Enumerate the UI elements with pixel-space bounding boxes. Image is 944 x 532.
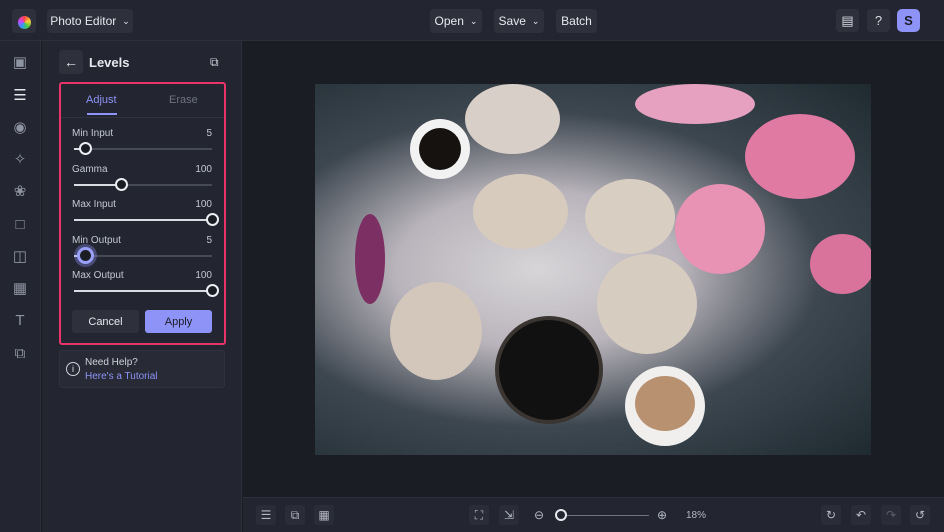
open-label: Open: [434, 14, 464, 28]
cancel-button[interactable]: Cancel: [72, 310, 139, 333]
max-input-fill: [74, 219, 212, 221]
grid-icon[interactable]: ▦: [314, 505, 334, 525]
min-input-slider[interactable]: [74, 142, 212, 155]
crop-icon[interactable]: ⧉: [285, 505, 305, 525]
gamma-value: 100: [195, 163, 212, 175]
back-button[interactable]: ←: [59, 50, 83, 74]
min-input-knob[interactable]: [79, 142, 93, 155]
max-input-knob[interactable]: [206, 213, 219, 226]
max-input-label: Max Input: [72, 199, 116, 210]
panel-title: Levels: [89, 55, 130, 70]
levels-panel: ← Levels ⧉ Adjust Erase Min Input 5 Gamm…: [42, 41, 242, 532]
tutorial-link[interactable]: Here's a Tutorial: [85, 371, 158, 382]
logo-icon: [17, 16, 31, 29]
fit-screen-icon[interactable]: ⛶: [469, 505, 489, 525]
max-output-knob[interactable]: [206, 284, 219, 297]
min-output-knob[interactable]: [77, 246, 95, 264]
batch-label: Batch: [561, 14, 592, 28]
info-icon: i: [66, 362, 80, 376]
undo-icon[interactable]: ↶: [851, 505, 871, 525]
gamma-knob[interactable]: [114, 177, 128, 191]
max-output-fill: [74, 290, 212, 292]
gamma-slider[interactable]: [74, 177, 212, 191]
zoom-in-icon[interactable]: ⊕: [652, 505, 672, 525]
app-menu-button[interactable]: Photo Editor ⌄: [47, 9, 133, 33]
app-menu-label: Photo Editor: [50, 14, 117, 28]
tool-sidebar: ▣ ☰ ◉ ✧ ❀ □ ◫ ▦ T ⧉: [0, 41, 41, 532]
save-button[interactable]: Save ⌄: [494, 9, 544, 33]
logo[interactable]: [12, 9, 36, 33]
min-output-value: 5: [206, 234, 212, 246]
avatar[interactable]: S: [897, 9, 920, 32]
gamma-label: Gamma: [72, 163, 108, 175]
tab-erase[interactable]: Erase: [169, 94, 198, 106]
bottom-toolbar: ☰ ⧉ ▦ ⛶ ⇲ ⊖ ⊕ 18% ↻ ↶ ↷ ↺: [243, 497, 944, 532]
frame-icon[interactable]: □: [10, 215, 30, 235]
arrow-left-icon: ←: [64, 54, 78, 70]
chevron-down-icon: ⌄: [469, 15, 478, 26]
min-input-label: Min Input: [72, 128, 114, 139]
active-tab-indicator: [87, 113, 117, 115]
min-output-slider[interactable]: [74, 246, 212, 264]
help-icon[interactable]: ?: [867, 9, 890, 32]
refresh-icon[interactable]: ↻: [821, 505, 841, 525]
zoom-out-icon[interactable]: ⊖: [529, 505, 549, 525]
top-bar: Photo Editor ⌄ Open ⌄ Save ⌄ Batch ▤ ? S: [0, 0, 944, 41]
zoom-slider[interactable]: [561, 515, 649, 516]
redo-icon[interactable]: ↷: [881, 505, 901, 525]
apply-button[interactable]: Apply: [145, 310, 212, 333]
actual-size-icon[interactable]: ⇲: [499, 505, 519, 525]
zoom-slider-knob[interactable]: [555, 509, 567, 521]
divider: [61, 117, 224, 118]
palette-icon[interactable]: ❀: [10, 182, 30, 202]
batch-button[interactable]: Batch: [556, 9, 597, 33]
photo-preview[interactable]: [315, 84, 871, 455]
adjust-sliders-icon[interactable]: ☰: [10, 86, 30, 106]
text-icon[interactable]: T: [10, 311, 30, 331]
max-input-value: 100: [195, 199, 212, 210]
shapes-icon[interactable]: ◫: [10, 247, 30, 267]
tab-adjust[interactable]: Adjust: [86, 94, 117, 106]
history-icon[interactable]: ↺: [910, 505, 930, 525]
min-output-label: Min Output: [72, 234, 121, 246]
duplicate-icon[interactable]: ⧉: [210, 55, 219, 70]
gamma-fill: [74, 183, 121, 186]
open-button[interactable]: Open ⌄: [430, 9, 482, 33]
sparkle-icon[interactable]: ✧: [10, 150, 30, 170]
comment-icon[interactable]: ▤: [836, 9, 859, 32]
chevron-down-icon: ⌄: [122, 15, 130, 26]
max-output-label: Max Output: [72, 270, 124, 281]
max-input-slider[interactable]: [74, 213, 219, 226]
levels-controls: Adjust Erase Min Input 5 Gamma 100 Max I…: [59, 82, 226, 345]
layers-icon[interactable]: ☰: [256, 505, 276, 525]
min-input-value: 5: [206, 128, 212, 139]
chevron-down-icon: ⌄: [531, 15, 540, 26]
save-label: Save: [498, 14, 526, 28]
max-output-value: 100: [195, 270, 212, 281]
max-output-slider[interactable]: [74, 284, 219, 297]
help-title: Need Help?: [85, 357, 138, 368]
eye-icon[interactable]: ◉: [10, 118, 30, 138]
image-icon[interactable]: ▣: [10, 53, 30, 73]
help-card: i Need Help? Here's a Tutorial: [59, 350, 225, 388]
texture-icon[interactable]: ▦: [10, 279, 30, 299]
zoom-level: 18%: [686, 510, 707, 521]
overlay-icon[interactable]: ⧉: [10, 344, 30, 364]
